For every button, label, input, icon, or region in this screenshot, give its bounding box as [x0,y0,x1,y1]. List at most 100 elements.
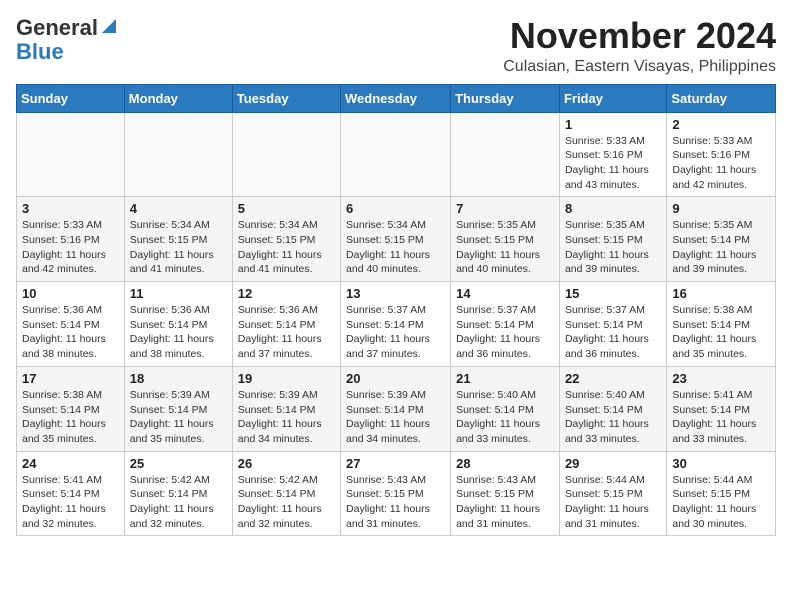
calendar-cell: 25 Sunrise: 5:42 AMSunset: 5:14 PMDayligh… [124,451,232,536]
cell-info: Sunrise: 5:39 AMSunset: 5:14 PMDaylight:… [130,388,227,447]
weekday-header-sunday: Sunday [17,84,125,112]
calendar-cell: 24 Sunrise: 5:41 AMSunset: 5:14 PMDayligh… [17,451,125,536]
logo-text-blue: Blue [16,39,64,64]
weekday-header-saturday: Saturday [667,84,776,112]
day-number: 27 [346,456,445,471]
day-number: 26 [238,456,335,471]
day-number: 5 [238,201,335,216]
calendar-cell: 3Sunrise: 5:33 AMSunset: 5:16 PMDaylight… [17,197,125,282]
cell-info: Sunrise: 5:41 AMSunset: 5:14 PMDaylight:… [22,473,119,532]
weekday-header-thursday: Thursday [451,84,560,112]
calendar-cell: 11 Sunrise: 5:36 AMSunset: 5:14 PMDayligh… [124,282,232,367]
day-number: 9 [672,201,770,216]
calendar-cell: 28 Sunrise: 5:43 AMSunset: 5:15 PMDayligh… [451,451,560,536]
cell-info: Sunrise: 5:42 AMSunset: 5:14 PMDaylight:… [238,473,335,532]
day-number: 13 [346,286,445,301]
calendar-cell: 30Sunrise: 5:44 AMSunset: 5:15 PMDayligh… [667,451,776,536]
calendar-cell [341,112,451,197]
calendar-week-row: 10 Sunrise: 5:36 AMSunset: 5:14 PMDayligh… [17,282,776,367]
title-block: November 2024 Culasian, Eastern Visayas,… [503,16,776,76]
day-number: 12 [238,286,335,301]
day-number: 28 [456,456,554,471]
weekday-header-monday: Monday [124,84,232,112]
day-number: 19 [238,371,335,386]
day-number: 23 [672,371,770,386]
day-number: 24 [22,456,119,471]
calendar-cell: 14 Sunrise: 5:37 AMSunset: 5:14 PMDayligh… [451,282,560,367]
weekday-header-wednesday: Wednesday [341,84,451,112]
calendar-cell [124,112,232,197]
calendar-cell: 18Sunrise: 5:39 AMSunset: 5:14 PMDayligh… [124,366,232,451]
calendar-cell: 29 Sunrise: 5:44 AMSunset: 5:15 PMDayligh… [559,451,666,536]
calendar-cell: 4 Sunrise: 5:34 AMSunset: 5:15 PMDaylight… [124,197,232,282]
cell-info: Sunrise: 5:42 AMSunset: 5:14 PMDaylight:… [130,473,227,532]
calendar-header-row: SundayMondayTuesdayWednesdayThursdayFrid… [17,84,776,112]
cell-info: Sunrise: 5:37 AMSunset: 5:14 PMDaylight:… [346,303,445,362]
cell-info: Sunrise: 5:34 AMSunset: 5:15 PMDaylight:… [238,218,335,277]
calendar-table: SundayMondayTuesdayWednesdayThursdayFrid… [16,84,776,537]
calendar-week-row: 17 Sunrise: 5:38 AMSunset: 5:14 PMDayligh… [17,366,776,451]
cell-info: Sunrise: 5:33 AMSunset: 5:16 PMDaylight:… [565,134,661,193]
location: Culasian, Eastern Visayas, Philippines [503,58,776,76]
cell-info: Sunrise: 5:39 AMSunset: 5:14 PMDaylight:… [238,388,335,447]
calendar-cell: 12 Sunrise: 5:36 AMSunset: 5:14 PMDayligh… [232,282,340,367]
cell-info: Sunrise: 5:36 AMSunset: 5:14 PMDaylight:… [238,303,335,362]
calendar-cell: 9Sunrise: 5:35 AMSunset: 5:14 PMDaylight… [667,197,776,282]
calendar-week-row: 24 Sunrise: 5:41 AMSunset: 5:14 PMDayligh… [17,451,776,536]
day-number: 21 [456,371,554,386]
calendar-week-row: 1Sunrise: 5:33 AMSunset: 5:16 PMDaylight… [17,112,776,197]
calendar-cell: 26 Sunrise: 5:42 AMSunset: 5:14 PMDayligh… [232,451,340,536]
cell-info: Sunrise: 5:43 AMSunset: 5:15 PMDaylight:… [346,473,445,532]
calendar-cell: 17 Sunrise: 5:38 AMSunset: 5:14 PMDayligh… [17,366,125,451]
cell-info: Sunrise: 5:36 AMSunset: 5:14 PMDaylight:… [130,303,227,362]
day-number: 14 [456,286,554,301]
day-number: 16 [672,286,770,301]
calendar-cell: 7Sunrise: 5:35 AMSunset: 5:15 PMDaylight… [451,197,560,282]
calendar-cell: 20 Sunrise: 5:39 AMSunset: 5:14 PMDayligh… [341,366,451,451]
cell-info: Sunrise: 5:38 AMSunset: 5:14 PMDaylight:… [22,388,119,447]
cell-info: Sunrise: 5:37 AMSunset: 5:14 PMDaylight:… [456,303,554,362]
calendar-cell: 13 Sunrise: 5:37 AMSunset: 5:14 PMDayligh… [341,282,451,367]
cell-info: Sunrise: 5:44 AMSunset: 5:15 PMDaylight:… [565,473,661,532]
cell-info: Sunrise: 5:35 AMSunset: 5:15 PMDaylight:… [456,218,554,277]
page-header: General Blue November 2024 Culasian, Eas… [16,16,776,76]
logo-triangle-icon [100,17,118,35]
cell-info: Sunrise: 5:33 AMSunset: 5:16 PMDaylight:… [22,218,119,277]
day-number: 10 [22,286,119,301]
day-number: 4 [130,201,227,216]
day-number: 11 [130,286,227,301]
cell-info: Sunrise: 5:40 AMSunset: 5:14 PMDaylight:… [456,388,554,447]
weekday-header-friday: Friday [559,84,666,112]
calendar-cell: 15 Sunrise: 5:37 AMSunset: 5:14 PMDayligh… [559,282,666,367]
calendar-cell: 21 Sunrise: 5:40 AMSunset: 5:14 PMDayligh… [451,366,560,451]
day-number: 2 [672,117,770,132]
day-number: 30 [672,456,770,471]
calendar-cell: 10 Sunrise: 5:36 AMSunset: 5:14 PMDayligh… [17,282,125,367]
calendar-cell: 27 Sunrise: 5:43 AMSunset: 5:15 PMDayligh… [341,451,451,536]
cell-info: Sunrise: 5:38 AMSunset: 5:14 PMDaylight:… [672,303,770,362]
cell-info: Sunrise: 5:34 AMSunset: 5:15 PMDaylight:… [346,218,445,277]
calendar-cell: 16 Sunrise: 5:38 AMSunset: 5:14 PMDayligh… [667,282,776,367]
calendar-cell [451,112,560,197]
day-number: 20 [346,371,445,386]
calendar-cell: 19 Sunrise: 5:39 AMSunset: 5:14 PMDayligh… [232,366,340,451]
cell-info: Sunrise: 5:43 AMSunset: 5:15 PMDaylight:… [456,473,554,532]
calendar-cell: 5 Sunrise: 5:34 AMSunset: 5:15 PMDaylight… [232,197,340,282]
day-number: 29 [565,456,661,471]
cell-info: Sunrise: 5:33 AMSunset: 5:16 PMDaylight:… [672,134,770,193]
cell-info: Sunrise: 5:37 AMSunset: 5:14 PMDaylight:… [565,303,661,362]
calendar-cell: 6Sunrise: 5:34 AMSunset: 5:15 PMDaylight… [341,197,451,282]
cell-info: Sunrise: 5:34 AMSunset: 5:15 PMDaylight:… [130,218,227,277]
day-number: 8 [565,201,661,216]
calendar-week-row: 3Sunrise: 5:33 AMSunset: 5:16 PMDaylight… [17,197,776,282]
logo: General Blue [16,16,118,64]
day-number: 17 [22,371,119,386]
day-number: 15 [565,286,661,301]
calendar-cell [17,112,125,197]
cell-info: Sunrise: 5:36 AMSunset: 5:14 PMDaylight:… [22,303,119,362]
cell-info: Sunrise: 5:39 AMSunset: 5:14 PMDaylight:… [346,388,445,447]
weekday-header-tuesday: Tuesday [232,84,340,112]
day-number: 25 [130,456,227,471]
month-year: November 2024 [503,16,776,56]
calendar-cell: 8Sunrise: 5:35 AMSunset: 5:15 PMDaylight… [559,197,666,282]
